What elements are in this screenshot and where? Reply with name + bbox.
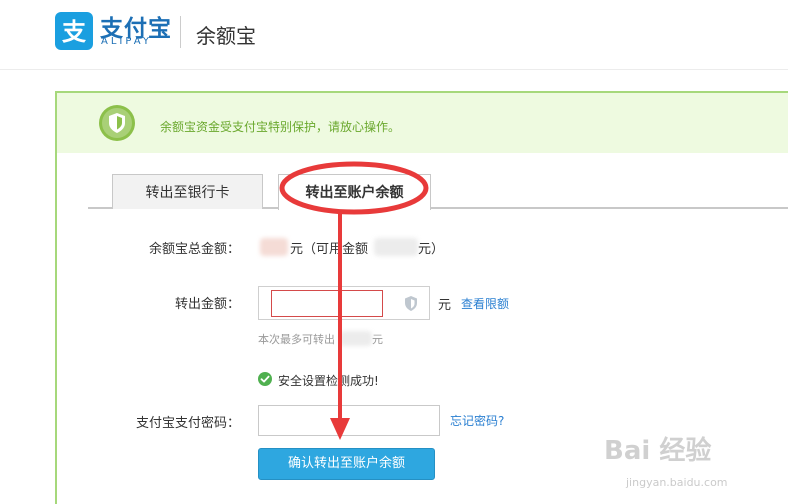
redacted-available [374,238,418,256]
watermark-url: jingyan.baidu.com [626,476,728,489]
secure-input-icon [403,295,419,316]
payment-password-input[interactable] [258,405,440,436]
transfer-amount-label: 转出金额： [174,297,240,312]
transfer-amount-input[interactable] [271,290,383,317]
total-amount-label: 余额宝总金额： [148,242,240,257]
brand-name-en: ALIPAY [101,36,152,47]
baidu-jingyan-watermark: Bai 经验 jingyan.baidu.com [604,430,754,500]
notice-text: 余额宝资金受支付宝特别保护，请放心操作。 [160,120,401,134]
security-check-text: 安全设置检测成功! [278,374,379,388]
protection-notice: 余额宝资金受支付宝特别保护，请放心操作。 [57,93,788,153]
max-transfer-hint: 本次最多可转出 [258,333,335,346]
payment-password-label: 支付宝支付密码： [135,416,240,431]
top-header: 支 支付宝 ALIPAY 余额宝 [0,0,788,70]
page: 支 支付宝 ALIPAY 余额宝 余额宝资金受支付宝特别保护，请放心操作。 转出… [0,0,788,504]
total-available-prefix: 元（可用金额 [290,242,369,257]
amount-field-wrapper [258,286,430,320]
view-limit-link[interactable]: 查看限额 [461,295,509,312]
redacted-total [260,238,288,256]
redacted-max [340,331,372,346]
tab-to-account-balance[interactable]: 转出至账户余额 [278,174,431,210]
shield-icon [99,105,135,141]
header-divider [180,16,181,48]
alipay-logo-icon[interactable]: 支 [55,12,93,50]
product-title: 余额宝 [196,24,256,48]
total-available-suffix: 元） [418,242,445,257]
forgot-password-link[interactable]: 忘记密码? [450,412,504,429]
svg-text:支: 支 [62,18,87,46]
amount-unit: 元 [438,298,452,313]
confirm-transfer-button[interactable]: 确认转出至账户余额 [258,448,435,480]
watermark-text: Bai 经验 [604,436,712,466]
max-transfer-unit: 元 [372,333,383,346]
check-circle-icon [258,372,272,386]
tab-to-bank-card[interactable]: 转出至银行卡 [112,174,263,209]
